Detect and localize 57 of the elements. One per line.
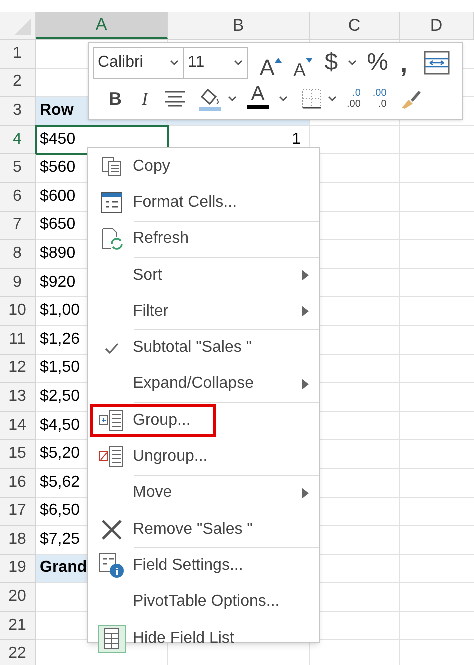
caret-icon[interactable] [234,60,243,66]
row-header[interactable]: 1 [0,40,36,69]
arrow-down-icon [306,58,313,63]
fill-color-icon[interactable] [198,87,222,111]
column-header[interactable]: C [310,12,400,39]
arrow-up-icon [274,58,282,63]
row-header[interactable]: 13 [0,383,36,412]
font-size-field[interactable]: 11 [184,47,248,79]
decrease-decimal-button[interactable]: .00 .0 [368,88,391,110]
row-header[interactable]: 4 [0,126,36,154]
caret-icon[interactable] [279,96,288,102]
row-header[interactable]: 12 [0,354,36,384]
row-header[interactable]: 18 [0,526,36,555]
row-header[interactable]: 11 [0,326,36,355]
close-icon [100,518,122,541]
field-settings-icon [98,552,124,579]
row-header[interactable]: 16 [0,468,36,498]
menu-item[interactable]: PivotTable Options... [90,586,317,619]
row-header[interactable]: 7 [0,212,36,240]
group-icon [98,410,124,432]
row-header[interactable]: 8 [0,240,36,269]
caret-icon[interactable] [228,96,237,102]
row-header[interactable]: 10 [0,297,36,326]
copy-icon [100,156,122,178]
format-button[interactable]: % [363,47,392,79]
row-header[interactable]: 9 [0,268,36,298]
row-header[interactable]: 14 [0,412,36,440]
row-header[interactable]: 17 [0,498,36,526]
row-header[interactable]: 20 [0,583,36,612]
refresh-icon [100,227,124,252]
format-button[interactable]: $ [320,47,342,79]
grow-font-button[interactable]: A [256,47,286,79]
shrink-font-button[interactable]: A [290,47,317,79]
menu-item[interactable]: Hide Field List [90,622,317,656]
row-header[interactable]: 19 [0,554,36,584]
align-center-icon[interactable] [164,90,186,108]
increase-decimal-button[interactable]: .0 .00 [343,88,365,110]
column-header[interactable]: B [168,12,310,39]
row-header[interactable]: 6 [0,182,36,212]
borders-icon[interactable] [302,89,322,109]
row-header[interactable]: 21 [0,612,36,640]
wrap-columns-icon[interactable] [424,51,450,75]
font-name-field[interactable]: Calibri [93,47,184,79]
row-header[interactable]: 5 [0,154,36,183]
font-color-button[interactable]: A [243,83,273,115]
format-cells-icon [100,192,122,214]
caret-icon[interactable] [170,60,179,66]
row-header[interactable]: 2 [0,68,36,98]
row-header[interactable]: 3 [0,97,36,126]
column-header[interactable]: A [36,12,168,39]
ungroup-icon [98,446,124,468]
row-header[interactable]: 15 [0,440,36,469]
comma-style-button[interactable]: , [396,47,412,79]
caret-icon[interactable] [348,60,358,66]
column-header[interactable]: D [400,12,474,39]
caret-icon[interactable] [328,96,337,102]
row-header[interactable]: 22 [0,640,36,665]
